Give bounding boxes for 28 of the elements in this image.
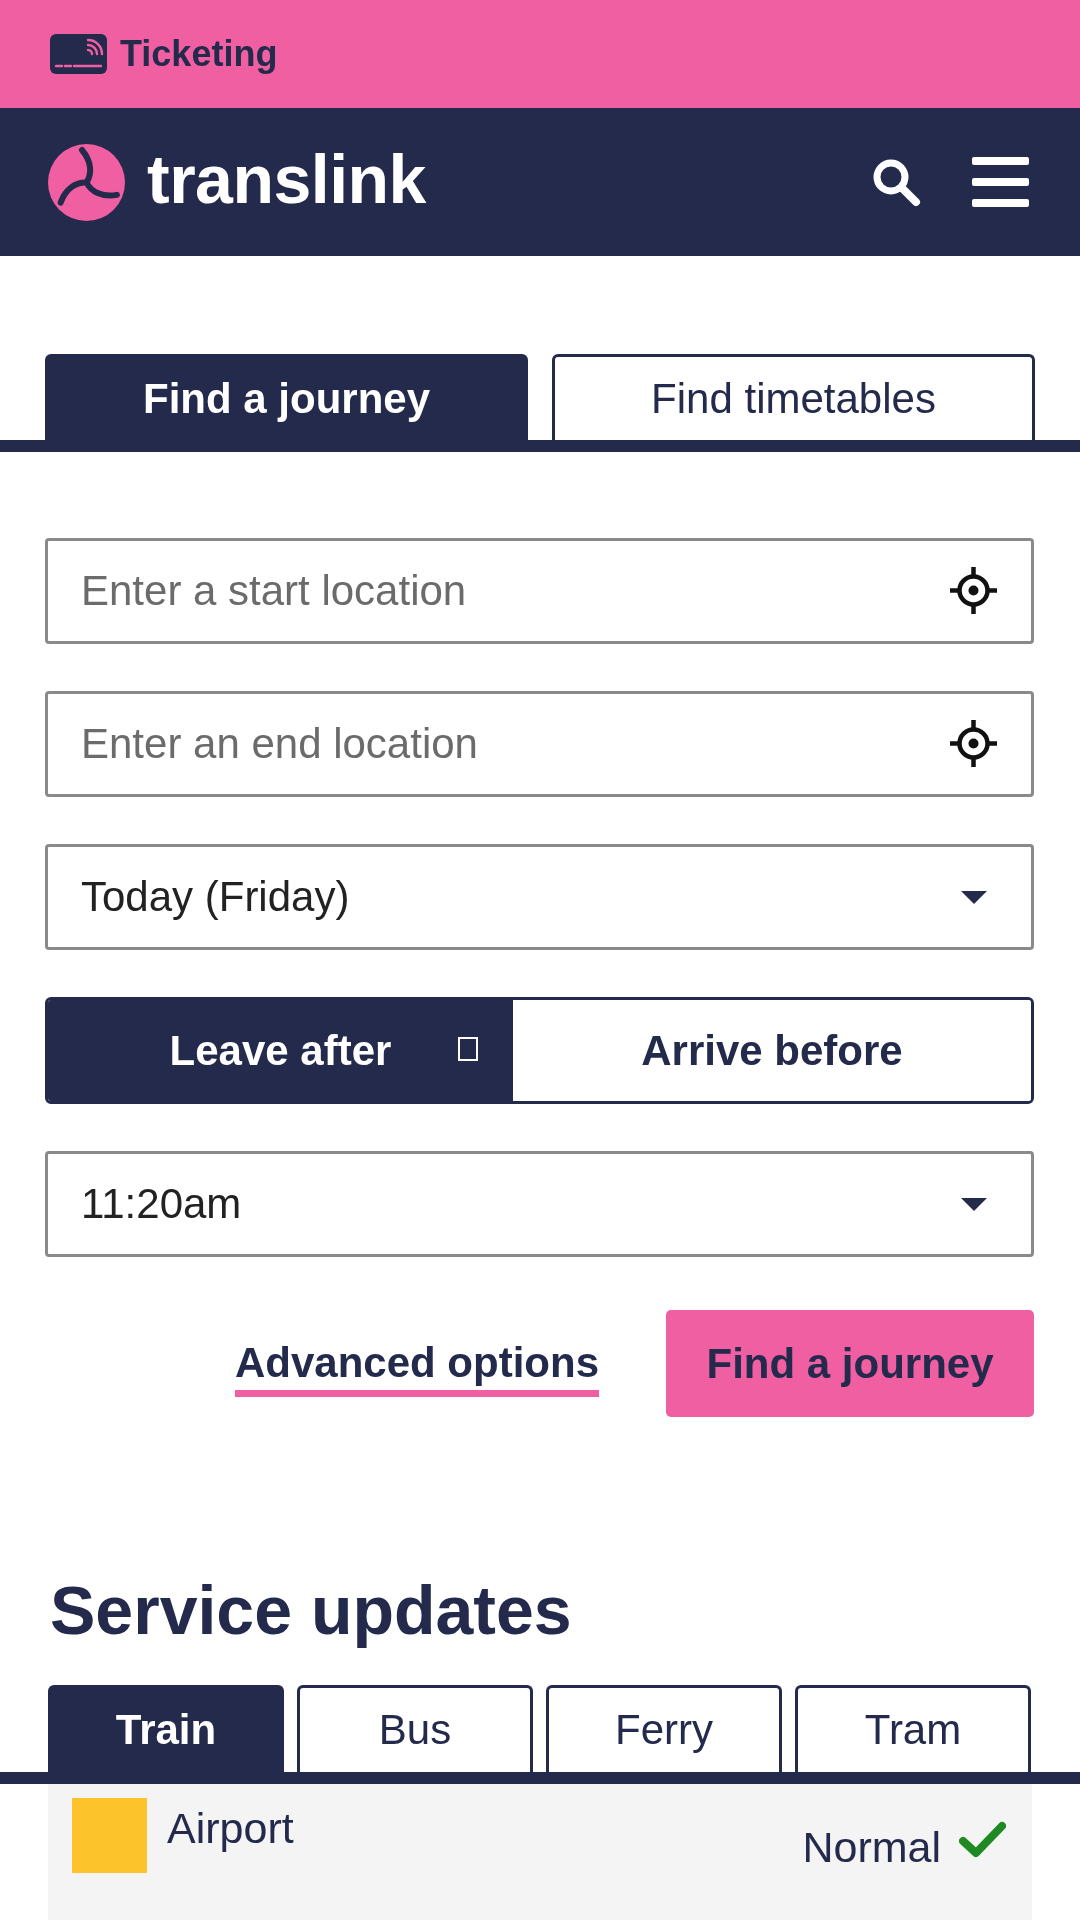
check-icon <box>959 1821 1006 1860</box>
line-name: Airport <box>167 1802 294 1854</box>
ticketing-link[interactable]: Ticketing <box>50 33 278 75</box>
crosshair-icon[interactable] <box>950 720 997 767</box>
section-heading: Service updates <box>50 1571 572 1650</box>
find-journey-button[interactable]: Find a journey <box>666 1310 1034 1417</box>
journey-tab[interactable]: Find a journey <box>45 354 528 440</box>
start-location-field[interactable]: Enter a start location <box>45 538 1034 644</box>
journey-tab[interactable]: Find timetables <box>552 354 1035 440</box>
advanced-options-link[interactable]: Advanced options <box>234 1338 599 1397</box>
search-icon[interactable] <box>871 157 921 207</box>
time-mode-option[interactable]: Leave after <box>48 1000 513 1101</box>
logo-icon <box>48 143 125 221</box>
mode-tab[interactable]: Tram <box>795 1684 1031 1772</box>
crosshair-icon[interactable] <box>950 567 997 614</box>
time-select[interactable]: 11:20am <box>45 1151 1034 1257</box>
caret-icon <box>961 890 987 904</box>
date-select[interactable]: Today (Friday) <box>45 844 1034 950</box>
status-text: Normal <box>802 1821 941 1873</box>
caret-icon <box>961 1197 987 1211</box>
contactless-card-icon <box>50 34 107 74</box>
menu-icon[interactable] <box>972 157 1029 207</box>
square-icon <box>458 1037 478 1061</box>
mode-tab[interactable]: Ferry <box>546 1684 782 1772</box>
mode-tab[interactable]: Train <box>48 1684 284 1772</box>
home-link[interactable]: translink <box>48 143 426 221</box>
end-location-field[interactable]: Enter an end location <box>45 691 1034 797</box>
mode-tab[interactable]: Bus <box>297 1684 533 1772</box>
